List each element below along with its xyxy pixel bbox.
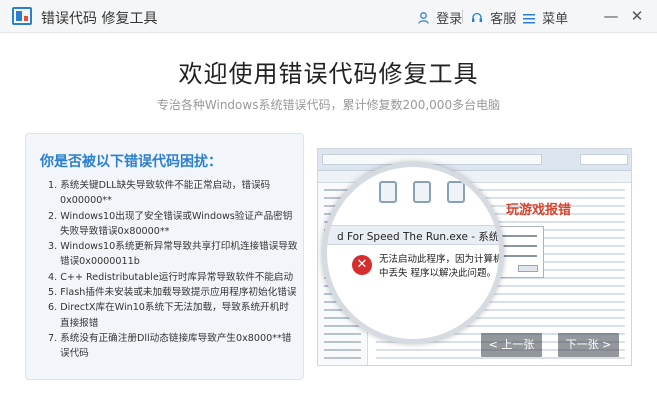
list-item: 2. Windows10出现了安全错误或Windows验证产品密钥失败导致错误0… [48,210,293,237]
divider [515,10,516,23]
error-message: 无法启动此程序，因为计算机中丢失 程序以解决此问题。 [379,254,503,279]
list-item: 1. 系统关键DLL缺失导致软件不能正常启动，错误码0x00000** [48,180,271,207]
list-item: 6. DirectX库在Win10系统下无法加载，导致系统开机时直接报错 [48,302,289,329]
login-label: 登录 [436,12,463,27]
file-icons [379,181,499,211]
login-button[interactable]: 登录 [418,8,462,27]
list-item: 5. Flash插件未安装或未加载导致提示应用程序初始化错误 [48,287,297,299]
support-label: 客服 [490,12,517,27]
category-label: 玩游戏报错 [506,203,572,218]
user-icon [418,12,433,27]
issues-list: 1. 系统关键DLL缺失导致软件不能正常启动，错误码0x00000** 2. W… [48,178,298,362]
headset-icon [471,12,487,27]
chevron-left-icon: < [488,338,502,351]
page-subtitle: 专治各种Windows系统错误代码，累计修复数200,000多台电脑 [156,98,501,112]
divider [462,10,463,23]
support-button[interactable]: 客服 [471,8,516,27]
prev-slide-button[interactable]: < 上一张 [481,333,542,357]
app-logo-icon [12,7,32,25]
close-button[interactable]: ✕ [626,5,648,27]
magnifier-callout: d For Speed The Run.exe - 系统错误 ✕ 无法启动此程序… [322,162,504,344]
menu-button[interactable]: 菜单 [523,8,568,27]
error-dialog-title: d For Speed The Run.exe - 系统错误 [337,231,504,243]
list-item: 4. C++ Redistributable运行时库异常导致软件不能启动 [48,271,294,283]
issues-panel-title: 你是否被以下错误代码困扰： [40,154,222,170]
prev-label: 上一张 [501,338,535,351]
minimize-button[interactable]: — [600,5,622,27]
title-bar: 错误代码 修复工具 登录 客服 菜单 — ✕ [0,0,657,33]
next-slide-button[interactable]: 下一张 > [558,333,619,357]
app-title: 错误代码 修复工具 [41,11,158,27]
chevron-right-icon: > [598,338,612,351]
page-title: 欢迎使用错误代码修复工具 [178,60,479,88]
explorer-address-bar [318,149,631,171]
issues-panel: 你是否被以下错误代码困扰： 1. 系统关键DLL缺失导致软件不能正常启动，错误码… [25,133,304,380]
explorer-search-box [580,154,628,165]
menu-label: 菜单 [542,12,569,27]
error-dialog-header: d For Speed The Run.exe - 系统错误 [327,225,504,245]
next-label: 下一张 [565,338,599,351]
list-item: 3. Windows10系统更新异常导致共享打印机连接错误导致错误0x00000… [48,241,298,268]
menu-icon [523,12,539,27]
list-item: 7. 系统没有正确注册Dll动态链接库导致产生0x8000**错误代码 [48,332,292,360]
error-x-icon: ✕ [352,255,372,275]
